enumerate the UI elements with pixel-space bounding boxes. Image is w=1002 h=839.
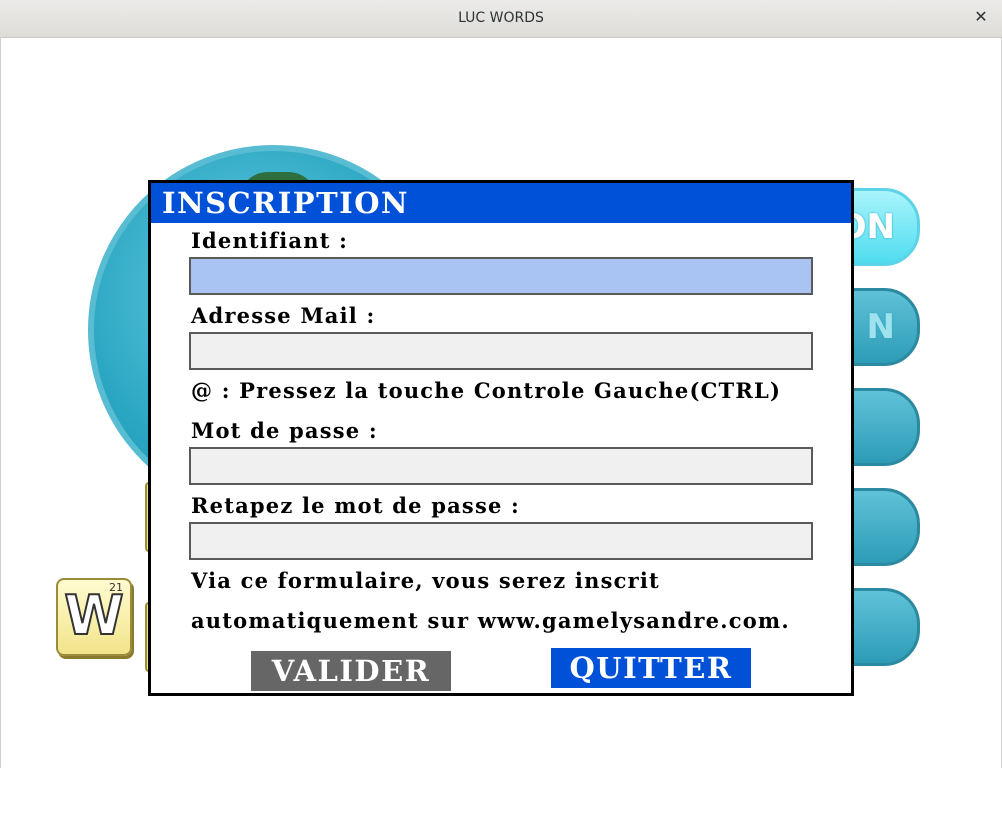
quitter-button[interactable]: QUITTER [551, 648, 751, 688]
email-label: Adresse Mail : [191, 303, 376, 328]
tile-points: 21 [109, 581, 123, 594]
info-text-line1: Via ce formulaire, vous serez inscrit [191, 568, 660, 593]
window-title: LUC WORDS [458, 10, 544, 26]
window-bottom-area [0, 768, 1002, 839]
password-label: Mot de passe : [191, 418, 378, 443]
password-field[interactable] [189, 447, 813, 485]
dialog-header: INSCRIPTION [151, 183, 851, 223]
identifiant-field[interactable] [189, 257, 813, 295]
window-titlebar: LUC WORDS ✕ [0, 0, 1002, 38]
valider-button[interactable]: VALIDER [251, 651, 451, 691]
info-text-line2: automatiquement sur www.gamelysandre.com… [191, 608, 790, 633]
menu-button-label: N [866, 307, 895, 347]
at-hint-text: @ : Pressez la touche Controle Gauche(CT… [191, 378, 782, 403]
password-confirm-label: Retapez le mot de passe : [191, 493, 521, 518]
password-confirm-field[interactable] [189, 522, 813, 560]
close-icon[interactable]: ✕ [972, 8, 990, 26]
identifiant-label: Identifiant : [191, 228, 349, 253]
dialog-title: INSCRIPTION [162, 186, 409, 220]
registration-dialog: INSCRIPTION Identifiant : Adresse Mail :… [148, 180, 854, 696]
email-field[interactable] [189, 332, 813, 370]
letter-tile: W 21 [56, 578, 132, 656]
